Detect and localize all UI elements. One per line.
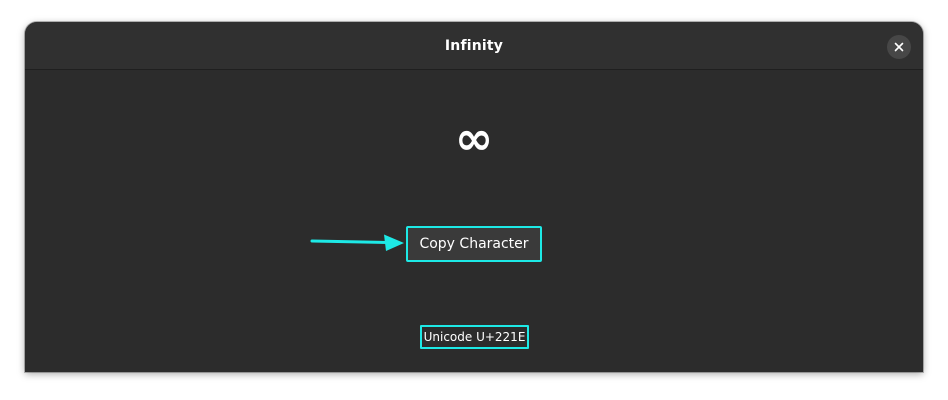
unicode-codepoint-label: Unicode U+221E bbox=[420, 325, 529, 349]
character-glyph: ∞ bbox=[454, 111, 494, 165]
window-title: Infinity bbox=[444, 37, 504, 54]
arrow-right-icon bbox=[310, 234, 404, 251]
close-icon bbox=[894, 42, 904, 52]
character-dialog: Infinity ∞ Copy Character Unicode U+221E bbox=[25, 22, 923, 372]
close-button[interactable] bbox=[887, 35, 911, 59]
title-bar: Infinity bbox=[25, 22, 923, 70]
copy-character-button[interactable]: Copy Character bbox=[406, 226, 542, 262]
